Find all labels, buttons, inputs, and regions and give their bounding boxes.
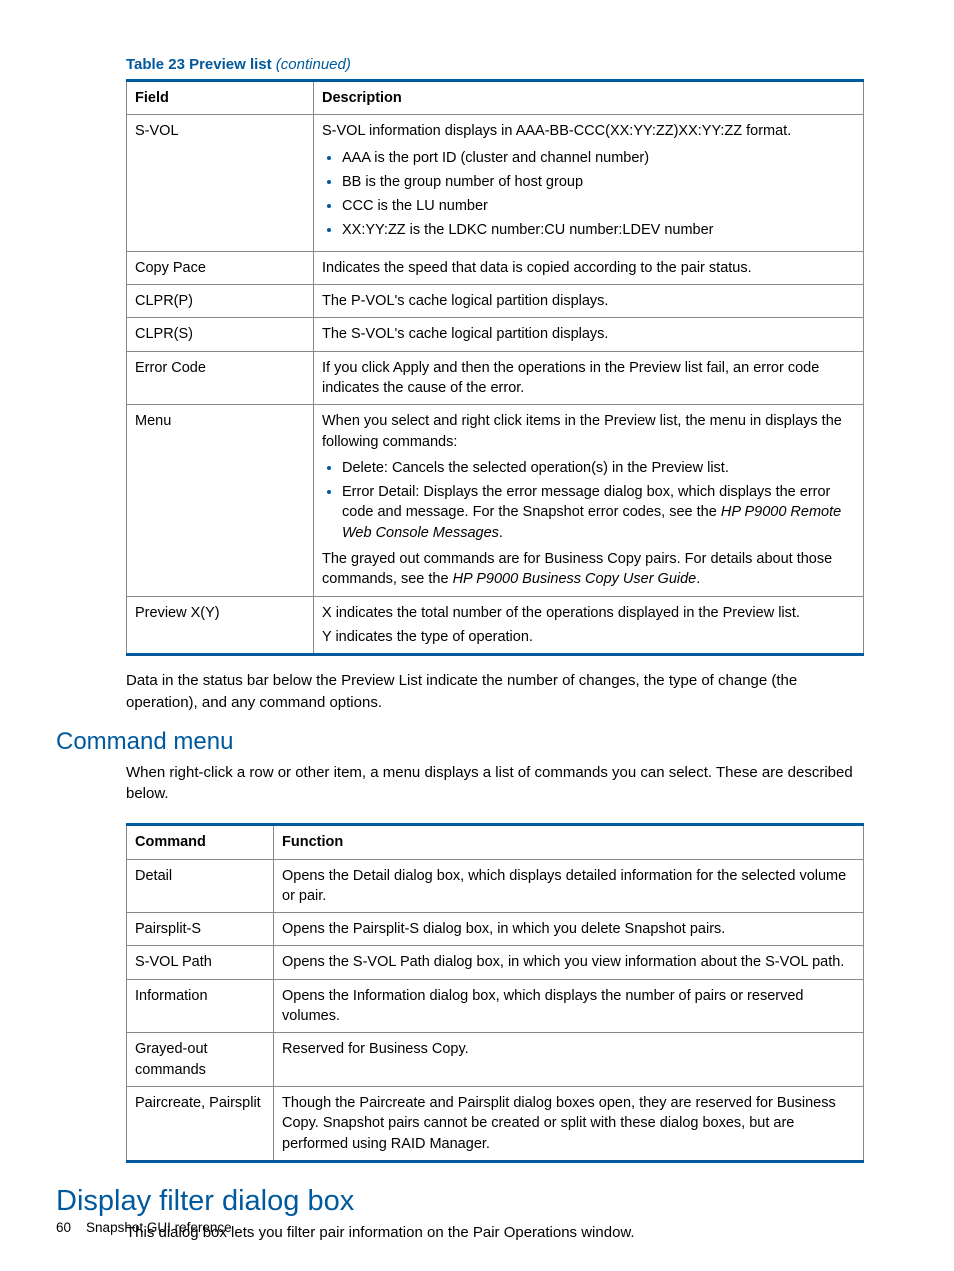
table-row: Information Opens the Information dialog… (127, 979, 864, 1033)
field-cell: S-VOL (127, 115, 314, 251)
page-footer: 60 Snapshot GUI reference (56, 1220, 232, 1235)
col-function: Function (274, 825, 864, 859)
table-row: CLPR(P) The P-VOL's cache logical partit… (127, 285, 864, 318)
body-text: When right-click a row or other item, a … (126, 762, 864, 806)
table-row: Error Code If you click Apply and then t… (127, 351, 864, 405)
desc-outro: The grayed out commands are for Business… (322, 549, 855, 590)
list-item: CCC is the LU number (342, 196, 855, 216)
desc-intro: When you select and right click items in… (322, 411, 855, 452)
field-cell: CLPR(P) (127, 285, 314, 318)
table-row: CLPR(S) The S-VOL's cache logical partit… (127, 318, 864, 351)
desc-intro: S-VOL information displays in AAA-BB-CCC… (322, 123, 791, 139)
command-cell: Grayed-out commands (127, 1033, 274, 1087)
command-cell: Paircreate, Pairsplit (127, 1086, 274, 1161)
command-cell: S-VOL Path (127, 946, 274, 979)
function-cell: Opens the S-VOL Path dialog box, in whic… (274, 946, 864, 979)
desc-cell: The P-VOL's cache logical partition disp… (314, 285, 864, 318)
list-item: AAA is the port ID (cluster and channel … (342, 148, 855, 168)
command-cell: Pairsplit-S (127, 913, 274, 946)
caption-label: Table 23 Preview list (126, 56, 272, 73)
function-cell: Reserved for Business Copy. (274, 1033, 864, 1087)
list-item: BB is the group number of host group (342, 172, 855, 192)
heading-display-filter: Display filter dialog box (56, 1185, 864, 1218)
col-field: Field (127, 81, 314, 115)
bullet-list: AAA is the port ID (cluster and channel … (322, 148, 855, 241)
field-cell: Menu (127, 405, 314, 596)
table-row: Detail Opens the Detail dialog box, whic… (127, 859, 864, 913)
function-cell: Opens the Pairsplit-S dialog box, in whi… (274, 913, 864, 946)
table-row: Menu When you select and right click ite… (127, 405, 864, 596)
table-caption: Table 23 Preview list (continued) (126, 56, 864, 73)
table-row: Preview X(Y) X indicates the total numbe… (127, 596, 864, 655)
command-cell: Information (127, 979, 274, 1033)
field-cell: CLPR(S) (127, 318, 314, 351)
function-cell: Opens the Detail dialog box, which displ… (274, 859, 864, 913)
desc-cell: The S-VOL's cache logical partition disp… (314, 318, 864, 351)
command-menu-table: Command Function Detail Opens the Detail… (126, 823, 864, 1163)
field-cell: Preview X(Y) (127, 596, 314, 655)
table-row: Grayed-out commands Reserved for Busines… (127, 1033, 864, 1087)
caption-continued: (continued) (272, 56, 351, 73)
col-command: Command (127, 825, 274, 859)
field-cell: Error Code (127, 351, 314, 405)
table-row: Pairsplit-S Opens the Pairsplit-S dialog… (127, 913, 864, 946)
function-cell: Though the Paircreate and Pairsplit dial… (274, 1086, 864, 1161)
table-row: S-VOL Path Opens the S-VOL Path dialog b… (127, 946, 864, 979)
bullet-list: Delete: Cancels the selected operation(s… (322, 458, 855, 543)
body-text: Data in the status bar below the Preview… (126, 670, 864, 714)
heading-command-menu: Command menu (56, 728, 864, 756)
list-item: XX:YY:ZZ is the LDKC number:CU number:LD… (342, 220, 855, 240)
desc-cell: X indicates the total number of the oper… (314, 596, 864, 655)
desc-cell: S-VOL information displays in AAA-BB-CCC… (314, 115, 864, 251)
desc-cell: If you click Apply and then the operatio… (314, 351, 864, 405)
table-row: S-VOL S-VOL information displays in AAA-… (127, 115, 864, 251)
table-row: Copy Pace Indicates the speed that data … (127, 251, 864, 284)
page-number: 60 (56, 1220, 71, 1235)
list-item: Delete: Cancels the selected operation(s… (342, 458, 855, 478)
desc-line: Y indicates the type of operation. (322, 627, 855, 647)
desc-cell: Indicates the speed that data is copied … (314, 251, 864, 284)
table-row: Paircreate, Pairsplit Though the Paircre… (127, 1086, 864, 1161)
desc-line: X indicates the total number of the oper… (322, 603, 855, 623)
preview-list-table: Field Description S-VOL S-VOL informatio… (126, 79, 864, 656)
command-cell: Detail (127, 859, 274, 913)
col-description: Description (314, 81, 864, 115)
body-text: This dialog box lets you filter pair inf… (126, 1222, 864, 1244)
footer-title: Snapshot GUI reference (86, 1220, 232, 1235)
function-cell: Opens the Information dialog box, which … (274, 979, 864, 1033)
field-cell: Copy Pace (127, 251, 314, 284)
desc-cell: When you select and right click items in… (314, 405, 864, 596)
list-item: Error Detail: Displays the error message… (342, 482, 855, 543)
